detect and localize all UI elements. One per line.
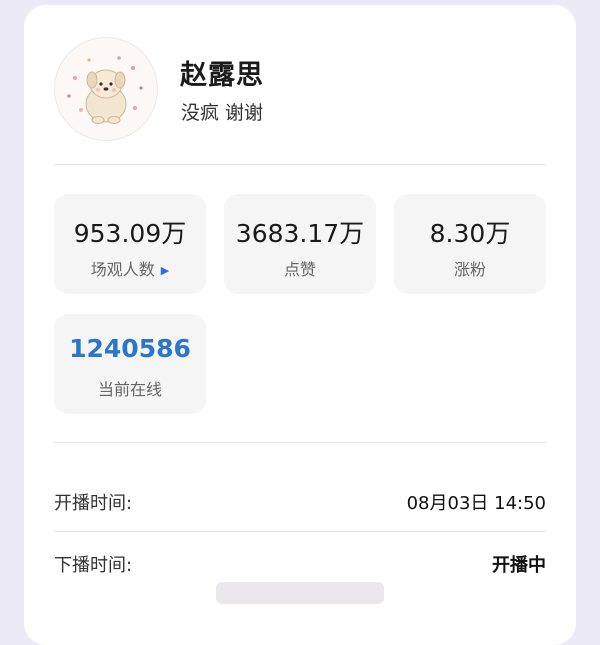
stat-tile-followers: 8.30万 涨粉 [394, 194, 546, 294]
info-divider [54, 531, 546, 532]
start-time-row: 开播时间: 08月03日 14:50 [54, 489, 546, 514]
end-time-label: 下播时间: [54, 555, 133, 576]
stat-tile-online: 1240586 当前在线 [54, 314, 206, 414]
profile-divider [54, 164, 546, 165]
online-value: 1240586 [69, 334, 191, 363]
stat-tile-likes: 3683.17万 点赞 [224, 194, 376, 294]
end-time-value: 开播中 [492, 555, 546, 576]
end-time-row: 下播时间: 开播中 [54, 551, 546, 576]
profile-header: 赵露思 没疯 谢谢 [54, 35, 544, 145]
likes-label: 点赞 [283, 260, 316, 279]
start-time-value: 08月03日 14:50 [406, 493, 546, 514]
puppy-avatar-icon [67, 56, 143, 124]
online-label: 当前在线 [97, 380, 162, 399]
followers-label: 涨粉 [453, 260, 486, 279]
streamer-name: 赵露思 [180, 60, 264, 91]
start-time-label: 开播时间: [54, 493, 133, 514]
viewers-label-text: 场观人数 [90, 260, 155, 279]
likes-value: 3683.17万 [235, 219, 365, 248]
stat-tile-viewers[interactable]: 953.09万 场观人数 ▶ [54, 194, 206, 294]
viewers-value: 953.09万 [73, 219, 187, 248]
viewers-label: 场观人数 ▶ [54, 256, 206, 280]
avatar[interactable] [54, 37, 158, 141]
play-arrow-icon: ▶ [160, 264, 170, 277]
followers-value: 8.30万 [429, 219, 511, 248]
watermark [216, 582, 384, 604]
stats-divider [54, 442, 546, 443]
live-stats-card: 赵露思 没疯 谢谢 953.09万 场观人数 ▶ 3683.17万 点赞 8.30… [24, 5, 576, 645]
streamer-bio: 没疯 谢谢 [181, 102, 264, 124]
